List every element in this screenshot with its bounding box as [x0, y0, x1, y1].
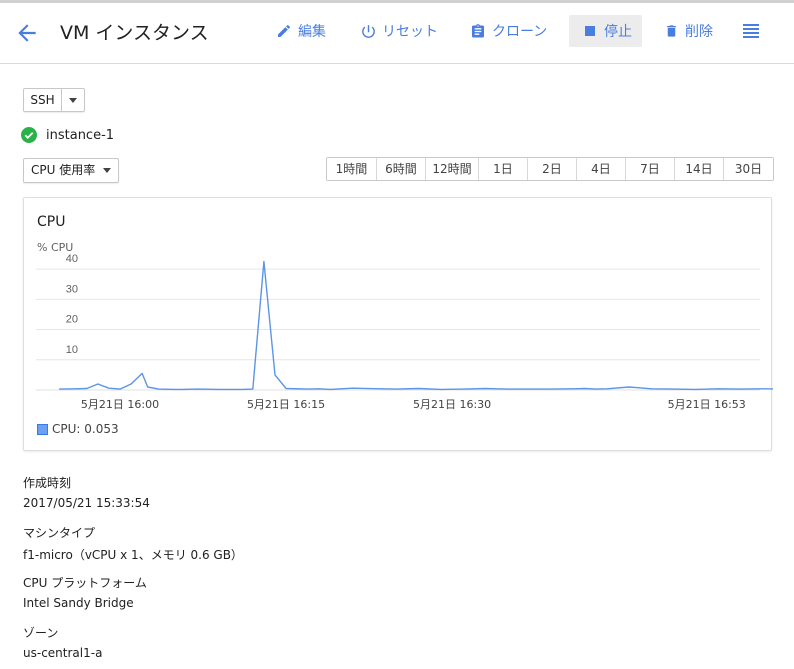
time-range-2[interactable]: 12時間	[426, 158, 479, 180]
ssh-split-button: SSH	[23, 88, 85, 112]
edit-button[interactable]: 編集	[275, 15, 326, 47]
pencil-icon	[275, 22, 293, 40]
y-tick-label: 30	[66, 283, 78, 295]
x-tick-label: 5月21日 16:30	[413, 398, 491, 411]
time-range-0[interactable]: 1時間	[327, 158, 377, 180]
metric-select-value: CPU 使用率	[31, 163, 96, 177]
stop-label: 停止	[604, 24, 632, 40]
instance-status: instance-1	[21, 127, 114, 143]
delete-button[interactable]: 削除	[662, 15, 713, 47]
time-range-4[interactable]: 2日	[528, 158, 577, 180]
x-tick-label: 5月21日 16:00	[81, 398, 159, 411]
caret-down-icon	[103, 168, 111, 173]
y-tick-label: 20	[66, 314, 78, 326]
check-circle-icon	[21, 127, 37, 143]
time-range-5[interactable]: 4日	[577, 158, 626, 180]
stop-button[interactable]: 停止	[569, 15, 642, 47]
created-time-section: 作成時刻 2017/05/21 15:33:54	[23, 474, 150, 510]
edit-label: 編集	[298, 24, 326, 40]
created-time-value: 2017/05/21 15:33:54	[23, 496, 150, 510]
zone-label: ゾーン	[23, 626, 59, 640]
time-range-8[interactable]: 30日	[724, 158, 773, 180]
instance-name: instance-1	[46, 127, 115, 143]
metric-select[interactable]: CPU 使用率	[23, 158, 119, 183]
legend-swatch	[37, 423, 48, 435]
chart-legend: CPU: 0.053	[37, 422, 119, 436]
x-tick-label: 5月21日 16:53	[668, 398, 746, 411]
y-tick-label: 40	[66, 253, 78, 265]
x-tick-label: 5月21日 16:15	[247, 398, 325, 411]
ssh-button[interactable]: SSH	[24, 89, 62, 111]
trash-icon	[662, 22, 680, 40]
page-title: VM インスタンス	[60, 22, 209, 44]
time-range-selector: 1時間 6時間 12時間 1日 2日 4日 7日 14日 30日	[326, 157, 774, 181]
delete-label: 削除	[685, 24, 713, 40]
time-range-3[interactable]: 1日	[479, 158, 528, 180]
time-range-1[interactable]: 6時間	[377, 158, 426, 180]
machine-type-value: f1-micro（vCPU x 1、メモリ 0.6 GB）	[23, 548, 243, 562]
menu-lines-icon	[742, 22, 760, 40]
more-menu-button[interactable]	[742, 15, 764, 47]
clone-button[interactable]: クローン	[469, 15, 547, 47]
cpu-line-chart[interactable]: 10 20 30 40 5月21日 16:00 5月21日 16:15 5月21日 16:3…	[24, 198, 773, 452]
legend-text: CPU: 0.053	[52, 422, 119, 436]
reset-label: リセット	[382, 24, 438, 40]
stop-icon	[581, 22, 599, 40]
clipboard-icon	[469, 22, 487, 40]
power-icon	[359, 22, 377, 40]
created-time-label: 作成時刻	[23, 476, 72, 490]
cpu-platform-label: CPU プラットフォーム	[23, 576, 147, 590]
reset-button[interactable]: リセット	[359, 15, 438, 47]
cpu-series-line	[59, 260, 773, 391]
ssh-dropdown-button[interactable]	[62, 89, 84, 111]
cpu-platform-section: CPU プラットフォーム Intel Sandy Bridge	[23, 574, 147, 610]
arrow-back-icon	[18, 24, 36, 42]
zone-value: us-central1-a	[23, 646, 103, 660]
zone-section: ゾーン us-central1-a	[23, 624, 102, 660]
cpu-platform-value: Intel Sandy Bridge	[23, 596, 134, 610]
clone-label: クローン	[492, 24, 548, 40]
machine-type-label: マシンタイプ	[23, 526, 96, 540]
time-range-6[interactable]: 7日	[626, 158, 675, 180]
machine-type-section: マシンタイプ f1-micro（vCPU x 1、メモリ 0.6 GB）	[23, 524, 243, 563]
y-tick-label: 10	[66, 344, 78, 356]
cpu-chart-card: CPU % CPU 10 20 30 40 5月21日 16:00 5月21日 16:15…	[23, 197, 773, 452]
caret-down-icon	[69, 97, 77, 103]
time-range-7[interactable]: 14日	[675, 158, 724, 180]
back-button[interactable]	[14, 20, 40, 46]
page-header: VM インスタンス 編集 リセット クローン 停止 削除	[0, 3, 794, 64]
